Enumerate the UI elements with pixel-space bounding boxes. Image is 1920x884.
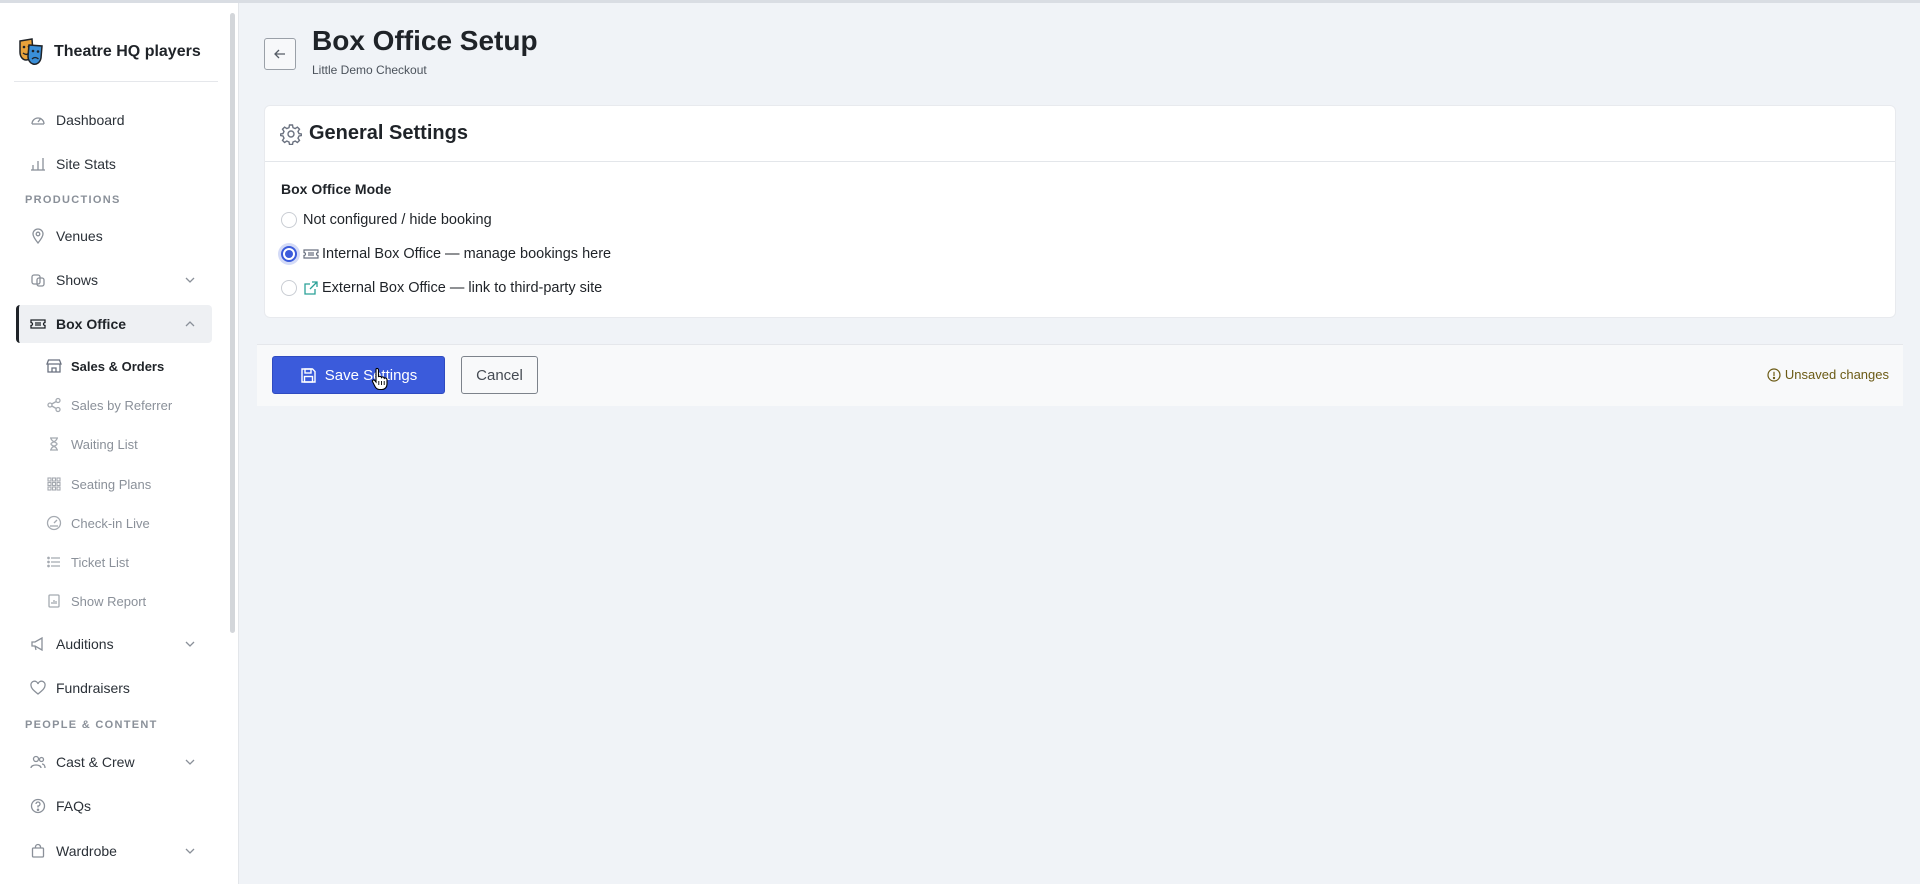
dashboard-gauge-icon <box>30 112 46 128</box>
question-circle-icon <box>30 798 46 814</box>
sidebar-subitem-label: Sales by Referrer <box>71 397 173 413</box>
info-circle-icon <box>1767 367 1781 382</box>
sidebar-subitem-seating-plans[interactable]: Seating Plans <box>46 468 216 500</box>
sidebar-item-venues[interactable]: Venues <box>16 217 212 255</box>
brand-name: Theatre HQ players <box>54 43 201 60</box>
sidebar-subitem-sales-orders[interactable]: Sales & Orders <box>46 350 216 382</box>
hand-pointer-cursor-icon <box>371 367 388 391</box>
back-button[interactable] <box>264 38 296 70</box>
sidebar-item-faqs[interactable]: FAQs <box>16 787 212 825</box>
sidebar-item-dashboard[interactable]: Dashboard <box>16 101 212 139</box>
sidebar-subitem-ticket-list[interactable]: Ticket List <box>46 546 216 578</box>
chevron-up-icon <box>185 321 195 327</box>
radio-option-external[interactable]: External Box Office — link to third-part… <box>281 277 602 299</box>
chevron-down-icon <box>185 848 195 854</box>
sidebar: Theatre HQ players Dashboard Site Stats … <box>0 3 239 884</box>
unsaved-changes-text: Unsaved changes <box>1784 367 1889 382</box>
sidebar-item-wardrobe[interactable]: Wardrobe <box>16 832 212 870</box>
theatre-icon <box>30 272 46 288</box>
radio-button[interactable] <box>281 280 297 296</box>
sidebar-subitem-label: Sales & Orders <box>71 358 165 374</box>
sidebar-item-cast-crew[interactable]: Cast & Crew <box>16 743 212 781</box>
bar-chart-icon <box>30 156 46 172</box>
page-subtitle: Little Demo Checkout <box>312 63 427 77</box>
sidebar-item-label: Fundraisers <box>56 680 130 696</box>
heart-icon <box>30 680 46 696</box>
sidebar-item-auditions[interactable]: Auditions <box>16 625 212 663</box>
general-settings-card: General Settings Box Office Mode Not con… <box>264 105 1896 318</box>
sidebar-item-label: Wardrobe <box>56 843 117 859</box>
shopping-bag-icon <box>30 843 46 859</box>
window-top-border <box>0 0 1920 3</box>
share-icon <box>46 397 62 413</box>
section-label-people-content: PEOPLE & CONTENT <box>25 719 158 731</box>
card-title: General Settings <box>309 122 468 144</box>
sidebar-item-label: Auditions <box>56 636 114 652</box>
action-bar: Save Settings Cancel Unsaved changes <box>257 344 1903 406</box>
sidebar-item-site-stats[interactable]: Site Stats <box>16 145 212 183</box>
brand-divider <box>14 81 218 82</box>
list-icon <box>46 554 62 570</box>
unsaved-changes-indicator: Unsaved changes <box>1767 367 1889 382</box>
megaphone-icon <box>30 636 46 652</box>
sidebar-subitem-check-in-live[interactable]: Check-in Live <box>46 507 216 539</box>
sidebar-subitem-label: Check-in Live <box>71 515 150 531</box>
sidebar-item-label: Site Stats <box>56 156 116 172</box>
radio-button-selected[interactable] <box>281 246 297 262</box>
sidebar-item-label: Dashboard <box>56 112 125 128</box>
sidebar-item-shows[interactable]: Shows <box>16 261 212 299</box>
radio-option-label: External Box Office — link to third-part… <box>322 280 603 296</box>
page-title: Box Office Setup <box>312 25 538 56</box>
sidebar-subitem-show-report[interactable]: Show Report <box>46 585 216 617</box>
sidebar-item-label: Shows <box>56 272 99 288</box>
sidebar-subitem-label: Ticket List <box>71 554 130 570</box>
ticket-icon <box>303 246 319 262</box>
arrow-left-icon <box>274 49 285 59</box>
radio-option-label: Not configured / hide booking <box>303 212 492 228</box>
chevron-down-icon <box>185 277 195 283</box>
hourglass-icon <box>46 436 62 452</box>
theatre-masks-logo-icon <box>19 38 43 65</box>
radio-option-label: Internal Box Office — manage bookings he… <box>322 246 612 262</box>
sidebar-item-label: FAQs <box>56 798 92 814</box>
ticket-icon <box>30 316 46 332</box>
sidebar-subitem-label: Seating Plans <box>71 476 152 492</box>
sidebar-item-fundraisers[interactable]: Fundraisers <box>16 669 212 707</box>
sidebar-subitem-waiting-list[interactable]: Waiting List <box>46 428 216 460</box>
sidebar-item-label: Venues <box>56 228 103 244</box>
sidebar-subitem-label: Show Report <box>71 593 147 609</box>
cancel-button-label: Cancel <box>476 366 523 384</box>
save-settings-button[interactable]: Save Settings <box>272 356 445 394</box>
sidebar-scrollbar[interactable] <box>230 13 235 633</box>
radio-option-not-configured[interactable]: Not configured / hide booking <box>281 209 492 231</box>
sidebar-item-label: Cast & Crew <box>56 754 135 770</box>
cancel-button[interactable]: Cancel <box>461 356 538 394</box>
sidebar-subitem-sales-by-referrer[interactable]: Sales by Referrer <box>46 389 216 421</box>
sidebar-item-box-office[interactable]: Box Office <box>16 305 212 343</box>
chevron-down-icon <box>185 759 195 765</box>
radio-option-internal[interactable]: Internal Box Office — manage bookings he… <box>281 243 611 265</box>
gauge-icon <box>46 515 62 531</box>
radio-button[interactable] <box>281 212 297 228</box>
chevron-down-icon <box>185 641 195 647</box>
sidebar-subitem-label: Waiting List <box>71 436 138 452</box>
gear-icon <box>280 124 302 145</box>
map-pin-icon <box>30 228 46 244</box>
sidebar-item-label: Box Office <box>56 316 127 332</box>
store-icon <box>46 358 62 374</box>
box-office-mode-label: Box Office Mode <box>281 181 392 197</box>
grid-icon <box>46 476 62 492</box>
section-label-productions: PRODUCTIONS <box>25 194 121 206</box>
report-icon <box>46 593 62 609</box>
card-header: General Settings <box>265 106 1895 162</box>
save-floppy-icon <box>301 367 316 383</box>
users-icon <box>30 754 46 770</box>
external-link-icon <box>303 280 319 296</box>
brand[interactable]: Theatre HQ players <box>18 38 201 66</box>
